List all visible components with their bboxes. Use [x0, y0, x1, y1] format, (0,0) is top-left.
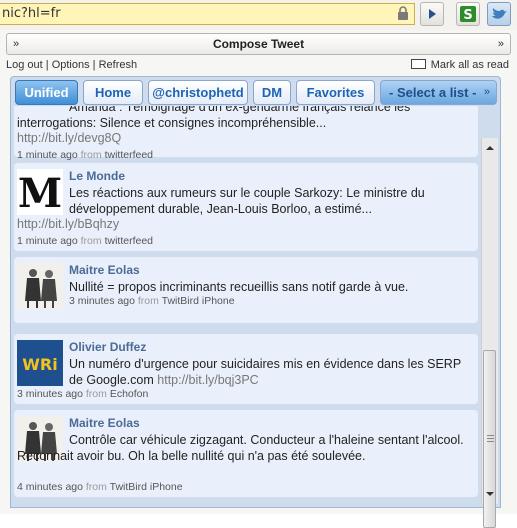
tweet-source[interactable]: TwitBird iPhone	[110, 481, 183, 493]
tweet-time[interactable]: 3 minutes ago	[17, 388, 83, 400]
tab-favorites[interactable]: Favorites	[296, 80, 375, 105]
tweet-author[interactable]: Le Monde	[69, 169, 125, 183]
list-select[interactable]: - Select a list - »	[380, 80, 497, 105]
svg-text:WRi: WRi	[22, 355, 57, 374]
tweet-source[interactable]: TwitBird iPhone	[162, 295, 235, 307]
compose-tweet-bar[interactable]: » Compose Tweet »	[6, 33, 511, 55]
lock-icon	[398, 6, 408, 20]
tweet-meta: 1 minute ago from twitterfeed	[17, 235, 154, 247]
tab-mentions[interactable]: @christophetd	[148, 80, 248, 105]
tweet-source[interactable]: twitterfeed	[105, 149, 153, 161]
tweet-item: Maitre Eolas Contrôle car véhicule zigza…	[14, 410, 478, 497]
timeline: Amanda : Témoignage d'un ex-gendarme fra…	[10, 106, 501, 508]
twitter-extension-button[interactable]	[487, 2, 511, 26]
browser-toolbar: nic?hl=fr S	[0, 0, 517, 31]
chevron-down-icon: »	[13, 38, 20, 50]
svg-text:M: M	[18, 170, 62, 215]
tweet-author[interactable]: Maitre Eolas	[69, 416, 140, 430]
tweet-time[interactable]: 4 minutes ago	[17, 481, 83, 493]
account-links: Log out | Options | Refresh	[6, 59, 138, 71]
tweet-author[interactable]: Olivier Duffez	[69, 340, 146, 354]
scroll-up-icon[interactable]	[485, 144, 495, 152]
tweet-text: Amanda : Témoignage d'un ex-gendarme fra…	[17, 106, 411, 130]
wri-logo: WRi	[17, 340, 63, 386]
tweet-item: Amanda : Témoignage d'un ex-gendarme fra…	[14, 106, 478, 161]
tweet-meta: 3 minutes ago from TwitBird iPhone	[69, 295, 235, 307]
chevron-down-icon: »	[483, 86, 490, 98]
bird-icon	[492, 8, 507, 19]
tweet-item: WRi Olivier Duffez Un numéro d'urgence p…	[14, 334, 478, 404]
tweet-link[interactable]: http://bit.ly/bBqhzy	[17, 217, 119, 231]
logout-link[interactable]: Log out	[6, 59, 43, 71]
green-s-icon: S	[460, 6, 476, 23]
lawyers-illustration	[17, 263, 63, 309]
tweet-link[interactable]: http://bit.ly/devg8Q	[17, 131, 121, 145]
play-arrow-icon	[429, 9, 436, 19]
scroll-thumb[interactable]	[483, 350, 496, 528]
tab-bar: Unified Home @christophetd DM Favorites …	[10, 76, 501, 106]
tweet-text: Contrôle car véhicule zigzagant. Conduct…	[17, 433, 464, 463]
le-monde-logo: M	[17, 169, 63, 215]
extension-s-button[interactable]: S	[456, 2, 480, 26]
tweet-source[interactable]: twitterfeed	[105, 235, 153, 247]
tweet-time[interactable]: 1 minute ago	[17, 149, 78, 161]
timeline-scrollbar[interactable]	[481, 138, 498, 528]
tweet-meta: 3 minutes ago from Echofon	[17, 388, 149, 400]
mark-read-icon	[410, 59, 426, 69]
mark-all-read[interactable]: Mark all as read	[410, 59, 509, 71]
tweet-text: Un numéro d'urgence pour suicidaires mis…	[69, 357, 461, 387]
tweet-item: M Le Monde Les réactions aux rumeurs sur…	[14, 163, 478, 251]
tweet-link[interactable]: http://bit.ly/bqj3PC	[157, 373, 258, 387]
tab-dm[interactable]: DM	[253, 80, 291, 105]
tab-unified[interactable]: Unified	[15, 80, 78, 105]
tweet-item: Maitre Eolas Nullité = propos incriminan…	[14, 257, 478, 323]
scroll-down-icon[interactable]	[485, 490, 495, 498]
tweet-author[interactable]: Maitre Eolas	[69, 263, 140, 277]
url-field[interactable]: nic?hl=fr	[0, 3, 415, 25]
tweet-text: Nullité = propos incriminants recueillis…	[69, 280, 409, 294]
tweet-time[interactable]: 3 minutes ago	[69, 295, 135, 307]
options-link[interactable]: Options	[52, 59, 90, 71]
go-button[interactable]	[420, 2, 444, 26]
tweet-time[interactable]: 1 minute ago	[17, 235, 78, 247]
refresh-link[interactable]: Refresh	[99, 59, 138, 71]
twitter-panel: » Compose Tweet » Log out | Options | Re…	[0, 30, 517, 528]
tweet-meta: 4 minutes ago from TwitBird iPhone	[17, 481, 183, 493]
chevron-down-icon: »	[497, 38, 504, 50]
tweet-text: Les réactions aux rumeurs sur le couple …	[69, 186, 425, 216]
compose-label: Compose Tweet	[212, 37, 305, 51]
svg-text:S: S	[463, 8, 472, 23]
tweet-source[interactable]: Echofon	[110, 388, 149, 400]
tab-home[interactable]: Home	[83, 80, 143, 105]
tweet-meta: 1 minute ago from twitterfeed	[17, 149, 154, 161]
